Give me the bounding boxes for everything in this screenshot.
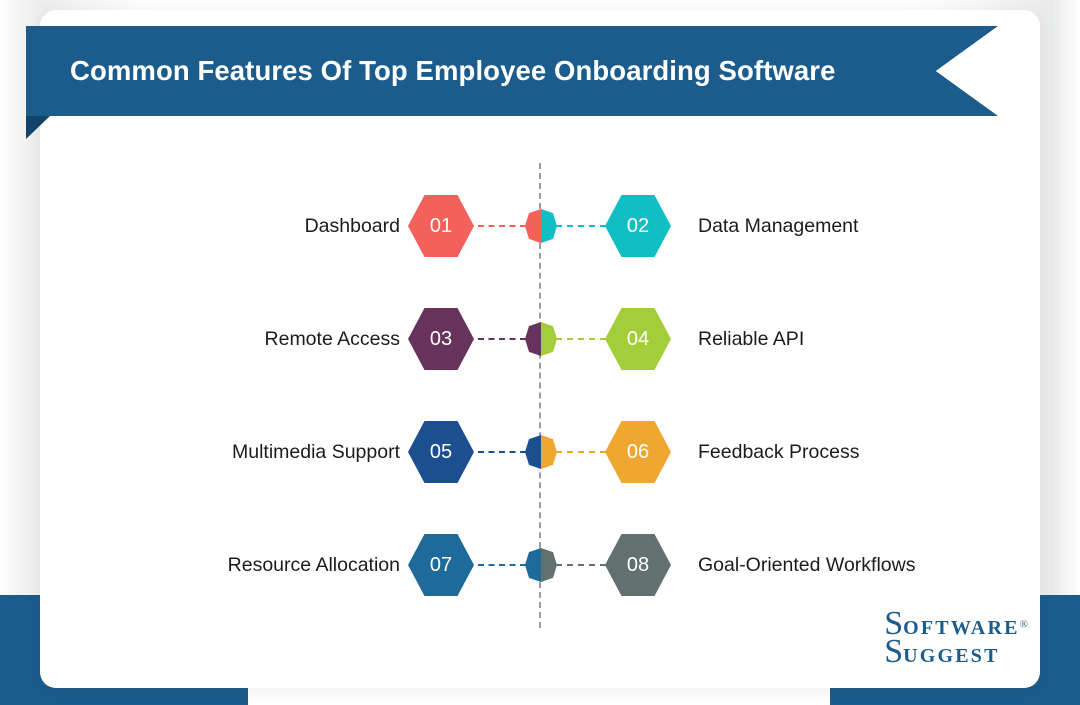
- connector-right: [556, 338, 606, 340]
- connector-right: [556, 564, 606, 566]
- feature-label-left: Remote Access: [264, 327, 400, 350]
- center-split-hexagon: [525, 548, 557, 582]
- center-hexagon-right-half: [541, 435, 557, 469]
- feature-label-left: Multimedia Support: [232, 440, 400, 463]
- softwaresuggest-logo[interactable]: Software® Suggest: [884, 607, 1028, 669]
- feature-row: Dashboard Data Management 01 02: [0, 183, 1080, 269]
- logo-line2-text: uggest: [903, 645, 1000, 667]
- logo-line-2: Suggest: [884, 635, 1028, 669]
- feature-label-right: Data Management: [698, 214, 859, 237]
- feature-label-left: Resource Allocation: [227, 553, 400, 576]
- feature-rows: Dashboard Data Management 01 02 Remote A…: [0, 0, 1080, 705]
- connector-left: [478, 451, 526, 453]
- center-hexagon-left-half: [525, 548, 541, 582]
- feature-label-right: Reliable API: [698, 327, 805, 350]
- connector-left: [478, 564, 526, 566]
- infographic-canvas: Common Features Of Top Employee Onboardi…: [0, 0, 1080, 705]
- center-hexagon-right-half: [541, 548, 557, 582]
- center-hexagon-left-half: [525, 322, 541, 356]
- connector-right: [556, 225, 606, 227]
- feature-label-left: Dashboard: [304, 214, 400, 237]
- feature-label-right: Goal-Oriented Workflows: [698, 553, 916, 576]
- connector-right: [556, 451, 606, 453]
- center-split-hexagon: [525, 435, 557, 469]
- feature-row: Multimedia Support Feedback Process 05 0…: [0, 409, 1080, 495]
- center-split-hexagon: [525, 322, 557, 356]
- center-hexagon-right-half: [541, 209, 557, 243]
- feature-row: Remote Access Reliable API 03 04: [0, 296, 1080, 382]
- connector-left: [478, 338, 526, 340]
- feature-label-right: Feedback Process: [698, 440, 860, 463]
- center-split-hexagon: [525, 209, 557, 243]
- center-hexagon-left-half: [525, 435, 541, 469]
- registered-trademark-icon: ®: [1019, 618, 1028, 631]
- feature-row: Resource Allocation Goal-Oriented Workfl…: [0, 522, 1080, 608]
- center-hexagon-left-half: [525, 209, 541, 243]
- connector-left: [478, 225, 526, 227]
- logo-line2-capital: S: [884, 633, 904, 670]
- center-hexagon-right-half: [541, 322, 557, 356]
